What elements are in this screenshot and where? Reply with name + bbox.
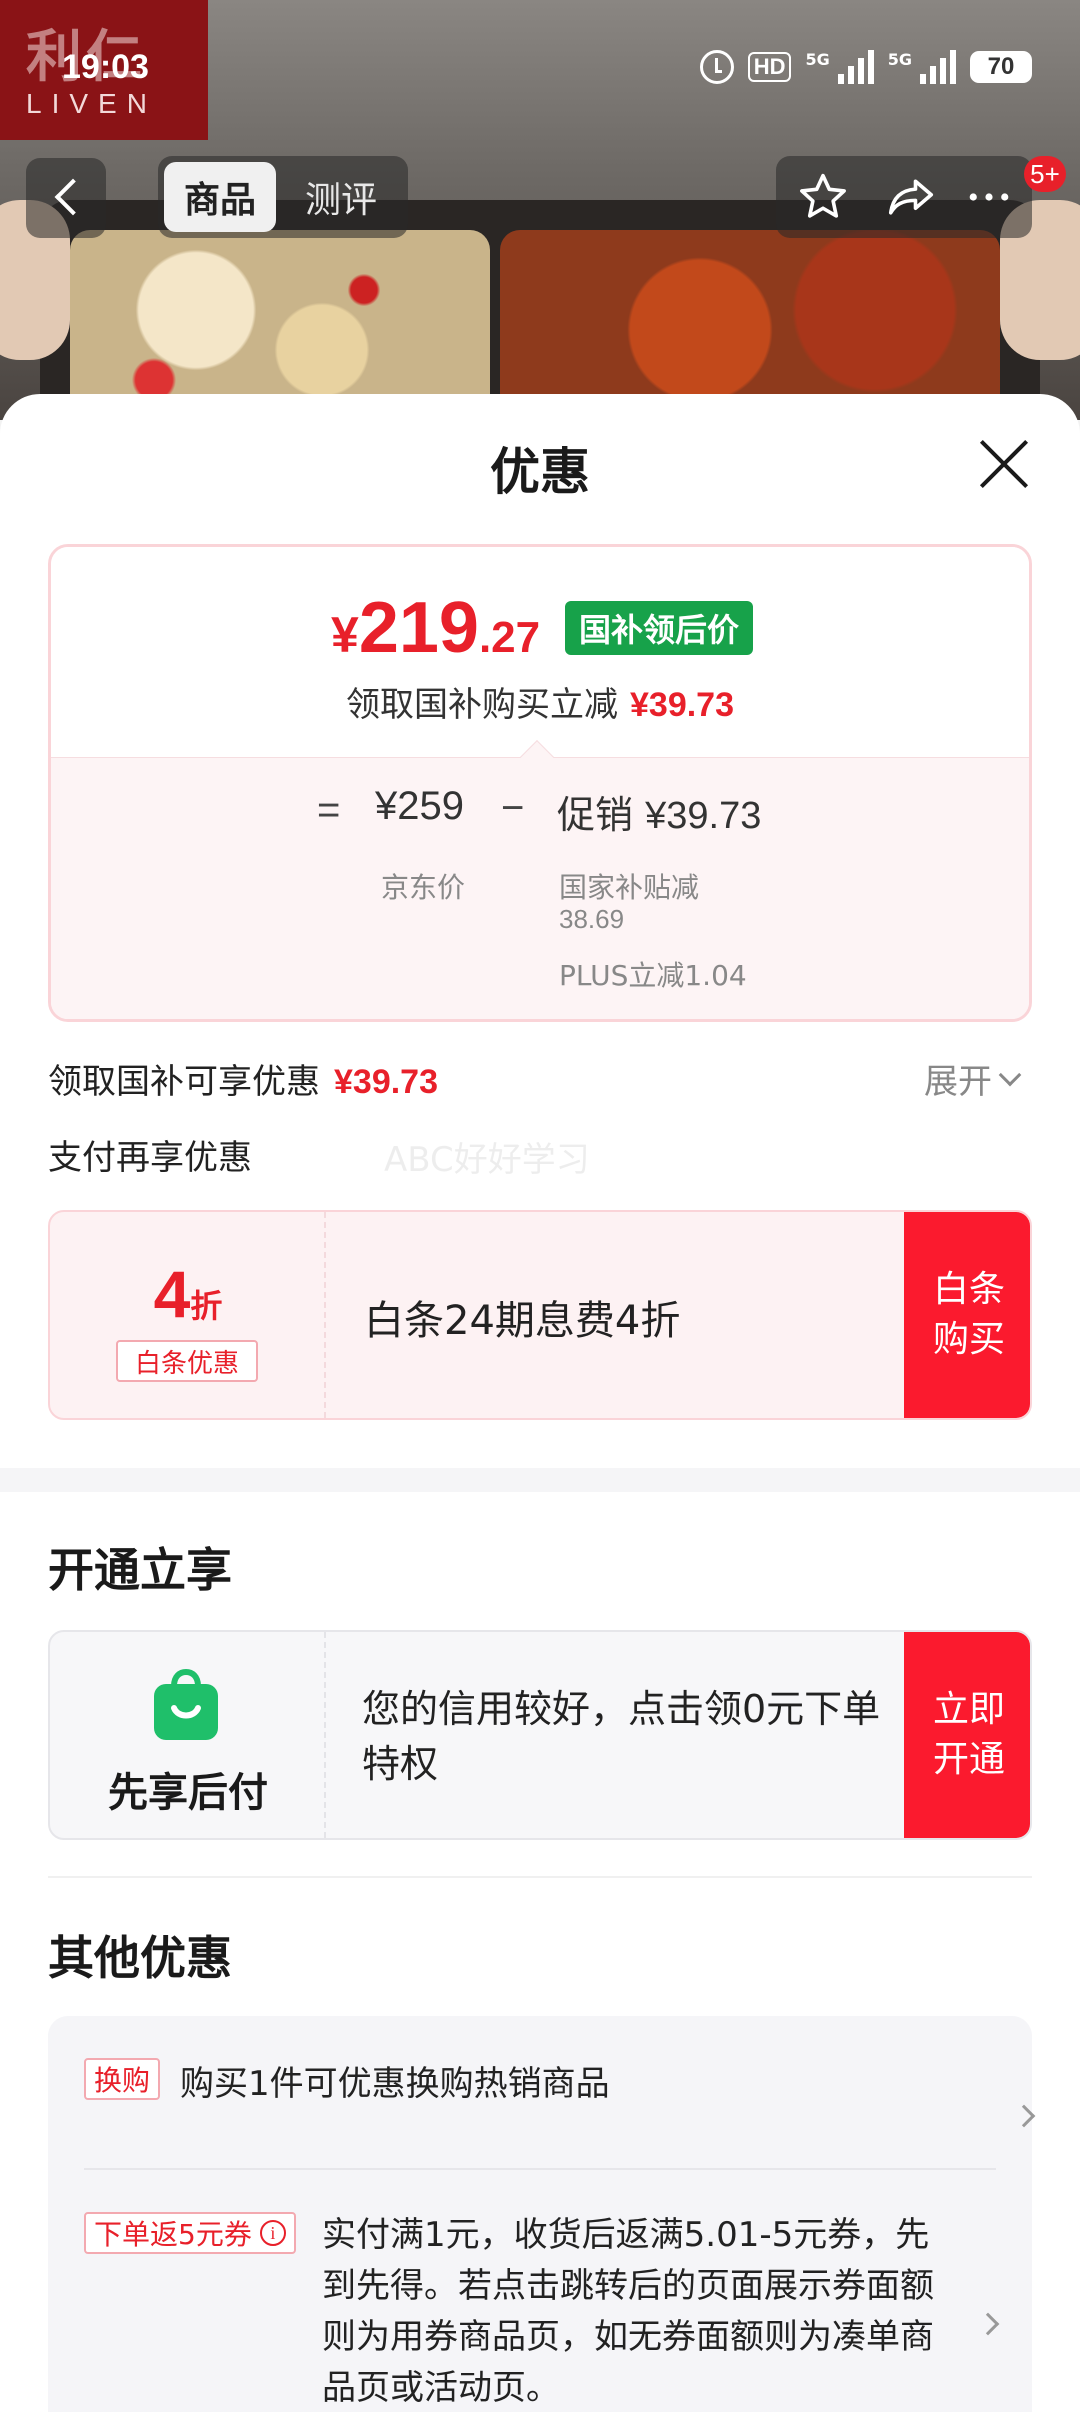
subsidy-summary: 领取国补购买立减 ¥39.73 [51,677,1029,726]
jd-price: ¥259 [375,784,464,828]
sim1-label: 5G [805,50,830,69]
plus-discount-label: PLUS立减1.04 [559,959,747,992]
exchange-tag: 换购 [84,2058,161,2100]
gov-subsidy-label: 国家补贴减 [559,871,700,904]
alarm-icon [699,50,734,84]
open-section-title: 开通立享 [48,1543,232,1597]
open-now-button[interactable]: 立即 开通 [904,1632,1030,1838]
divider-line [48,1876,1032,1878]
baitiao-buy-label: 白条 购买 [932,1268,1005,1360]
tab-product[interactable]: 商品 [164,162,276,232]
price-integer: 219 [358,588,479,668]
battery-icon: 70 [970,51,1032,83]
back-button[interactable] [26,158,106,238]
baitiao-text: 白条24期息费4折 [364,1298,681,1344]
nav-actions [776,156,1032,238]
price-decimal: .27 [478,613,541,662]
jd-price-label: 京东价 [381,871,466,904]
chevron-right-icon [1012,2104,1036,2128]
coupon-tag: 下单返5元券 i [84,2212,296,2254]
pay-discount-heading: 支付再享优惠 [48,1138,252,1178]
promo-label: 促销 [557,793,634,837]
baitiao-tag: 白条优惠 [116,1340,258,1382]
nav-tabs: 商品 测评 [158,156,408,238]
price-breakdown: = ¥259 − 促销 ¥39.73 京东价 国家补贴减 38.69 PLUS立… [51,757,1029,1019]
baitiao-card[interactable]: 4折 白条优惠 白条24期息费4折 白条 购买 [48,1210,1032,1420]
open-now-label: 立即 开通 [932,1688,1005,1780]
chevron-right-icon-2[interactable] [976,2312,1000,2336]
hd-icon: HD [747,52,792,82]
discount-number: 4 [153,1257,191,1331]
subsidy-summary-text: 领取国补购买立减 [346,685,618,725]
promo-total: 促销 ¥39.73 [557,784,761,839]
list-item-exchange[interactable]: 换购 购买1件可优惠换购热销商品 [84,2050,1036,2170]
price-currency: ¥ [331,607,359,663]
gov-subsidy-row: 领取国补可享优惠 ¥39.73 [48,1054,438,1103]
gov-row-text: 领取国补可享优惠 [48,1062,320,1102]
price-top: ¥ 219 .27 国补领后价 领取国补购买立减 ¥39.73 [51,547,1029,757]
status-time: 19:03 [62,48,149,86]
baitiao-discount: 4折 [50,1256,326,1332]
shopping-bag-icon [154,1668,218,1740]
watermark: ABC好好学习 [384,1140,590,1180]
promo-amount: ¥39.73 [645,795,762,837]
subsidy-price-tag: 国补领后价 [565,601,754,655]
baitiao-buy-button[interactable]: 白条 购买 [904,1212,1030,1418]
minus-sign: − [501,786,525,830]
info-icon[interactable]: i [259,2220,286,2246]
other-discounts: 换购 购买1件可优惠换购热销商品 下单返5元券 i 实付满1元，收货后返满5.0… [48,2016,1036,2412]
share-icon[interactable] [884,170,938,224]
expand-label: 展开 [924,1062,992,1102]
equals-sign: = [317,788,341,832]
expand-button[interactable]: 展开 [924,1054,1022,1103]
status-icons: HD 5G 5G 70 [699,50,1032,84]
more-icon[interactable] [962,170,1016,224]
discount-unit: 折 [190,1287,223,1325]
exchange-tag-label: 换购 [94,2064,151,2097]
coupon-tag-label: 下单返5元券 [94,2218,252,2251]
subsidy-summary-amount: ¥39.73 [630,686,734,724]
price-card: ¥ 219 .27 国补领后价 领取国补购买立减 ¥39.73 = ¥259 − … [48,544,1032,1022]
discount-sheet: 优惠 ¥ 219 .27 国补领后价 领取国补购买立减 ¥39.73 = ¥259… [0,394,1080,2412]
brand-en: LIVEN [26,88,157,119]
gov-row-amount: ¥39.73 [334,1063,438,1101]
coupon-text: 实付满1元，收货后返满5.01-5元券，先到先得。若点击跳转后的页面展示券面额则… [322,2215,934,2408]
gov-subsidy-value: 38.69 [559,904,625,934]
star-icon[interactable] [796,170,850,224]
final-price: ¥ 219 .27 [331,587,540,669]
signal-icon-2 [920,50,956,84]
tab-review[interactable]: 测评 [286,162,396,232]
section-divider [0,1468,1080,1492]
sim2-label: 5G [887,50,912,69]
other-section-title: 其他优惠 [48,1931,232,1985]
exchange-text: 购买1件可优惠换购热销商品 [180,2064,610,2104]
chevron-down-icon [998,1063,1022,1086]
pay-later-text: 您的信用较好，点击领0元下单特权 [362,1687,881,1787]
food-seafood [70,230,490,420]
close-icon[interactable] [978,438,1030,490]
food-meat [500,230,1000,420]
baitiao-left: 4折 白条优惠 [50,1212,326,1418]
pay-later-card[interactable]: 先享后付 您的信用较好，点击领0元下单特权 立即 开通 [48,1630,1032,1840]
pay-later-left: 先享后付 [50,1632,326,1838]
pay-later-name: 先享后付 [108,1770,268,1816]
signal-icon [837,50,874,84]
message-badge: 5+ [1024,156,1066,192]
sheet-title: 优惠 [490,443,590,501]
